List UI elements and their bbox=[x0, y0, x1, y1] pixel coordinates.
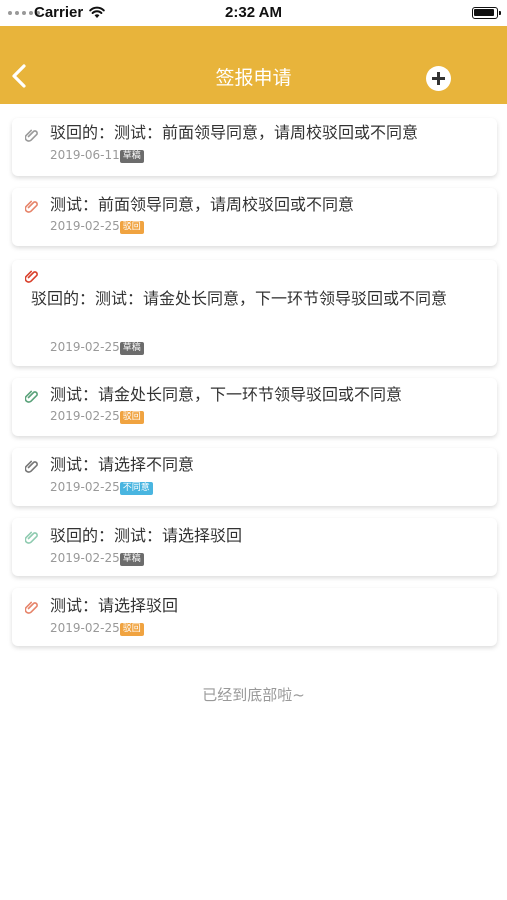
item-date: 2019-02-25 bbox=[50, 621, 120, 635]
item-meta: 2019-02-25 驳回 bbox=[50, 219, 144, 234]
item-date: 2019-02-25 bbox=[50, 340, 120, 354]
paperclip-icon bbox=[25, 129, 38, 142]
paperclip-icon bbox=[25, 200, 38, 213]
item-meta: 2019-02-25 草稿 bbox=[50, 551, 144, 566]
battery-icon bbox=[472, 7, 501, 19]
item-date: 2019-06-11 bbox=[50, 148, 120, 162]
item-title: 测试：请选择不同意 bbox=[50, 455, 195, 474]
item-meta: 2019-06-11 草稿 bbox=[50, 148, 144, 163]
status-badge: 驳回 bbox=[119, 221, 144, 234]
list-item[interactable]: 驳回的：测试：请金处长同意，下一环节领导驳回或不同意 2019-02-25 草稿 bbox=[12, 260, 497, 366]
nav-bar: 签报申请 bbox=[0, 26, 507, 104]
status-badge: 草稿 bbox=[119, 553, 144, 566]
list-item[interactable]: 测试：请选择驳回 2019-02-25 驳回 bbox=[12, 588, 497, 646]
list-item[interactable]: 驳回的：测试：前面领导同意，请周校驳回或不同意 2019-06-11 草稿 bbox=[12, 118, 497, 176]
item-meta: 2019-02-25 驳回 bbox=[50, 621, 144, 636]
item-title: 测试：请金处长同意，下一环节领导驳回或不同意 bbox=[50, 385, 403, 404]
end-of-list-text: 已经到底部啦~ bbox=[202, 686, 305, 704]
list-item[interactable]: 测试：请金处长同意，下一环节领导驳回或不同意 2019-02-25 驳回 bbox=[12, 378, 497, 436]
paperclip-icon bbox=[25, 390, 38, 403]
item-title: 驳回的：测试：请金处长同意，下一环节领导驳回或不同意 bbox=[31, 289, 448, 308]
status-badge: 驳回 bbox=[119, 623, 144, 636]
item-meta: 2019-02-25 驳回 bbox=[50, 409, 144, 424]
item-meta: 2019-02-25 不同意 bbox=[50, 480, 153, 495]
item-date: 2019-02-25 bbox=[50, 551, 120, 565]
status-badge: 草稿 bbox=[119, 150, 144, 163]
add-button[interactable] bbox=[426, 66, 451, 91]
status-badge: 驳回 bbox=[119, 411, 144, 424]
item-title: 驳回的：测试：前面领导同意，请周校驳回或不同意 bbox=[50, 123, 419, 142]
item-date: 2019-02-25 bbox=[50, 480, 120, 494]
list-item[interactable]: 驳回的：测试：请选择驳回 2019-02-25 草稿 bbox=[12, 518, 497, 576]
list-item[interactable]: 测试：请选择不同意 2019-02-25 不同意 bbox=[12, 448, 497, 506]
item-date: 2019-02-25 bbox=[50, 409, 120, 423]
item-title: 测试：前面领导同意，请周校驳回或不同意 bbox=[50, 195, 355, 214]
status-badge: 草稿 bbox=[119, 342, 144, 355]
status-bar: Carrier 2:32 AM bbox=[0, 0, 507, 26]
item-title: 驳回的：测试：请选择驳回 bbox=[50, 526, 243, 545]
paperclip-icon bbox=[25, 601, 38, 614]
list-item[interactable]: 测试：前面领导同意，请周校驳回或不同意 2019-02-25 驳回 bbox=[12, 188, 497, 246]
paperclip-icon bbox=[25, 460, 38, 473]
paperclip-icon bbox=[25, 270, 38, 283]
item-meta: 2019-02-25 草稿 bbox=[50, 340, 144, 355]
item-title: 测试：请选择驳回 bbox=[50, 596, 179, 615]
status-badge: 不同意 bbox=[119, 482, 153, 495]
item-date: 2019-02-25 bbox=[50, 219, 120, 233]
clock: 2:32 AM bbox=[225, 4, 282, 21]
paperclip-icon bbox=[25, 531, 38, 544]
